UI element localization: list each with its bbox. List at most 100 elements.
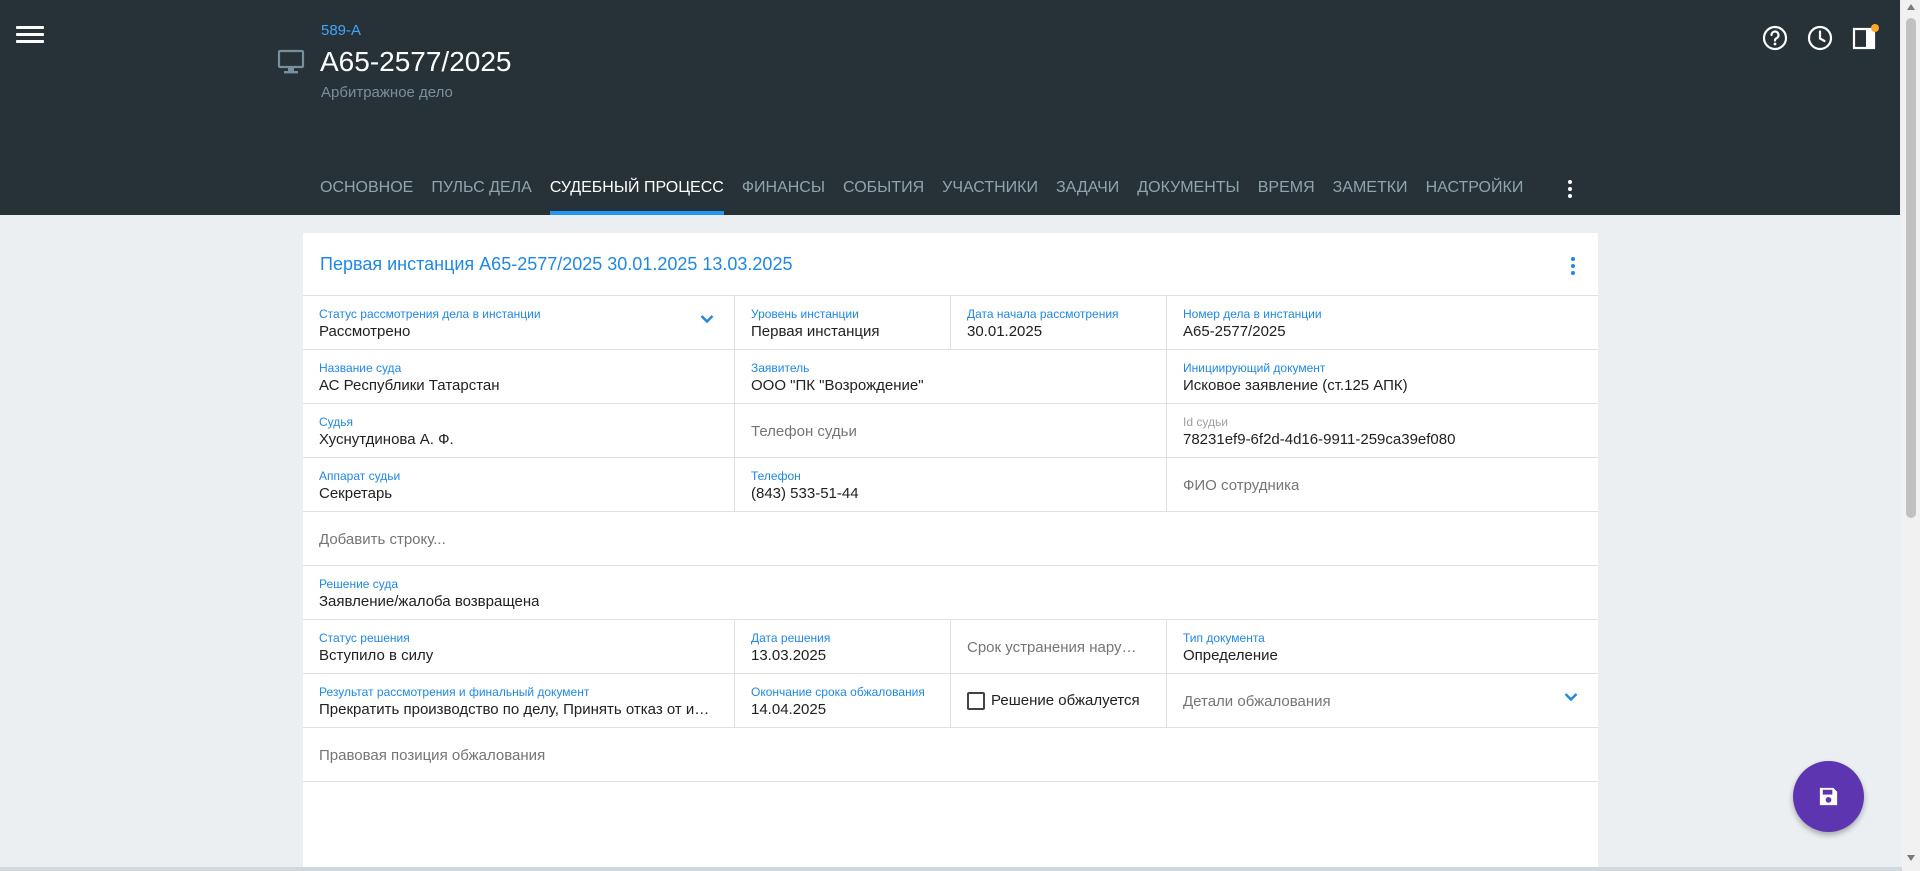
field-value: Вступило в силу — [319, 647, 434, 664]
menu-icon[interactable] — [16, 23, 44, 49]
appeal-details-select[interactable]: Детали обжалования — [1167, 673, 1598, 727]
field-label: Номер дела в инстанции — [1183, 307, 1322, 321]
field-label: Заявитель — [751, 361, 810, 375]
more-vert-icon[interactable] — [1560, 178, 1580, 204]
scroll-thumb[interactable] — [1906, 18, 1916, 518]
field-label: Аппарат судьи — [319, 469, 401, 483]
tab-participants[interactable]: УЧАСТНИКИ — [942, 168, 1038, 215]
field-value: Определение — [1183, 647, 1278, 664]
field-label: Решение суда — [319, 577, 399, 591]
field-value: (843) 533-51-44 — [751, 485, 859, 502]
card-more-vert-icon[interactable] — [1566, 257, 1580, 279]
instance-level-field[interactable]: Уровень инстанции Первая инстанция — [735, 295, 951, 349]
add-row-input[interactable]: Добавить строку... — [303, 511, 1598, 565]
document-type-field[interactable]: Тип документа Определение — [1167, 619, 1598, 673]
appealed-checkbox[interactable] — [967, 692, 985, 710]
applicant-field[interactable]: Заявитель ООО "ПК "Возрождение" — [735, 349, 1167, 403]
panel-icon[interactable] — [1851, 24, 1879, 52]
checkbox-label[interactable]: Решение обжалуется — [991, 692, 1140, 709]
tab-tasks[interactable]: ЗАДАЧИ — [1056, 168, 1119, 215]
start-date-field[interactable]: Дата начала рассмотрения 30.01.2025 — [951, 295, 1167, 349]
case-number-field[interactable]: Номер дела в инстанции А65-2577/2025 — [1167, 295, 1598, 349]
court-name-field[interactable]: Название суда АС Республики Татарстан — [303, 349, 735, 403]
tab-events[interactable]: СОБЫТИЯ — [843, 168, 924, 215]
monitor-icon — [277, 49, 305, 74]
field-label: Телефон — [751, 469, 801, 483]
judge-field[interactable]: Судья Хуснутдинова А. Ф. — [303, 403, 735, 457]
judge-staff-field[interactable]: Аппарат судьи Секретарь — [303, 457, 735, 511]
field-label: Id судьи — [1183, 415, 1228, 429]
field-value: АС Республики Татарстан — [319, 377, 500, 394]
tab-main[interactable]: ОСНОВНОЕ — [320, 168, 413, 215]
field-placeholder: ФИО сотрудника — [1183, 477, 1300, 494]
instance-card: Первая инстанция А65-2577/2025 30.01.202… — [303, 233, 1598, 871]
save-icon — [1819, 787, 1838, 806]
help-icon[interactable] — [1761, 24, 1789, 52]
field-value: Секретарь — [319, 485, 393, 502]
field-placeholder: Детали обжалования — [1183, 693, 1331, 710]
chevron-down-icon[interactable] — [1564, 692, 1578, 702]
scrollbar[interactable] — [1902, 0, 1920, 871]
field-value: 13.03.2025 — [751, 647, 827, 664]
status-select[interactable]: Статус рассмотрения дела в инстанции Рас… — [303, 295, 735, 349]
field-label: Инициирующий документ — [1183, 361, 1326, 375]
field-value: Хуснутдинова А. Ф. — [319, 431, 454, 448]
employee-name-field[interactable]: ФИО сотрудника — [1167, 457, 1598, 511]
tab-documents[interactable]: ДОКУМЕНТЫ — [1137, 168, 1239, 215]
field-label: Результат рассмотрения и финальный докум… — [319, 685, 590, 699]
field-value: Заявление/жалоба возвращена — [319, 593, 540, 610]
judge-id-field[interactable]: Id судьи 78231ef9-6f2d-4d16-9911-259ca39… — [1167, 403, 1598, 457]
field-value: Исковое заявление (ст.125 АПК) — [1183, 377, 1408, 394]
field-label: Окончание срока обжалования — [751, 685, 925, 699]
initiating-document-field[interactable]: Инициирующий документ Исковое заявление … — [1167, 349, 1598, 403]
tab-case-pulse[interactable]: ПУЛЬС ДЕЛА — [431, 168, 531, 215]
court-decision-field[interactable]: Решение суда Заявление/жалоба возвращена — [303, 565, 1598, 619]
field-label: Статус рассмотрения дела в инстанции — [319, 307, 541, 321]
field-label: Уровень инстанции — [751, 307, 859, 321]
tab-time[interactable]: ВРЕМЯ — [1258, 168, 1315, 215]
field-label: Судья — [319, 415, 354, 429]
page-title: А65-2577/2025 — [320, 46, 512, 77]
field-placeholder: Телефон судьи — [751, 423, 857, 440]
judge-phone-field[interactable]: Телефон судьи — [735, 403, 1167, 457]
field-value: Прекратить производство по делу, Принять… — [319, 701, 710, 718]
case-code-link[interactable]: 589-А — [321, 22, 361, 39]
tab-settings[interactable]: НАСТРОЙКИ — [1426, 168, 1524, 215]
notification-dot — [1871, 24, 1879, 32]
field-label: Дата начала рассмотрения — [967, 307, 1119, 321]
decision-date-field[interactable]: Дата решения 13.03.2025 — [735, 619, 951, 673]
scroll-down-arrow-icon[interactable] — [1907, 855, 1915, 861]
app-header: 589-А А65-2577/2025 Арбитражное дело ОСН… — [0, 0, 1900, 215]
tab-bar: ОСНОВНОЕ ПУЛЬС ДЕЛА СУДЕБНЫЙ ПРОЦЕСС ФИН… — [320, 168, 1541, 215]
field-value: Рассмотрено — [319, 323, 411, 340]
tab-notes[interactable]: ЗАМЕТКИ — [1333, 168, 1408, 215]
tab-court-process[interactable]: СУДЕБНЫЙ ПРОЦЕСС — [549, 168, 724, 215]
field-label: Статус решения — [319, 631, 410, 645]
field-placeholder: Правовая позиция обжалования — [319, 747, 546, 764]
field-label: Дата решения — [751, 631, 831, 645]
decision-status-field[interactable]: Статус решения Вступило в силу — [303, 619, 735, 673]
appeal-end-date-field[interactable]: Окончание срока обжалования 14.04.2025 — [735, 673, 951, 727]
save-button[interactable] — [1793, 761, 1864, 832]
phone-field[interactable]: Телефон (843) 533-51-44 — [735, 457, 1167, 511]
divider — [303, 781, 1598, 782]
field-value: А65-2577/2025 — [1183, 323, 1286, 340]
scroll-up-arrow-icon[interactable] — [1907, 4, 1915, 10]
violation-term-field[interactable]: Срок устранения нарушений — [951, 619, 1167, 673]
legal-position-field[interactable]: Правовая позиция обжалования — [303, 727, 1598, 781]
field-value: Первая инстанция — [751, 323, 880, 340]
appealed-checkbox-cell: Решение обжалуется — [951, 673, 1167, 727]
field-placeholder: Срок устранения нарушений — [967, 639, 1142, 656]
tab-finance[interactable]: ФИНАНСЫ — [742, 168, 825, 215]
field-label: Тип документа — [1183, 631, 1265, 645]
result-field[interactable]: Результат рассмотрения и финальный докум… — [303, 673, 735, 727]
field-value: ООО "ПК "Возрождение" — [751, 377, 924, 394]
chevron-down-icon[interactable] — [700, 314, 714, 324]
field-value: 78231ef9-6f2d-4d16-9911-259ca39ef080 — [1183, 431, 1456, 448]
instance-card-title: Первая инстанция А65-2577/2025 30.01.202… — [320, 254, 793, 274]
history-icon[interactable] — [1806, 24, 1834, 52]
field-value: 30.01.2025 — [967, 323, 1043, 340]
field-value: 14.04.2025 — [751, 701, 827, 718]
divider — [0, 867, 1902, 871]
page-subtitle: Арбитражное дело — [321, 84, 453, 101]
